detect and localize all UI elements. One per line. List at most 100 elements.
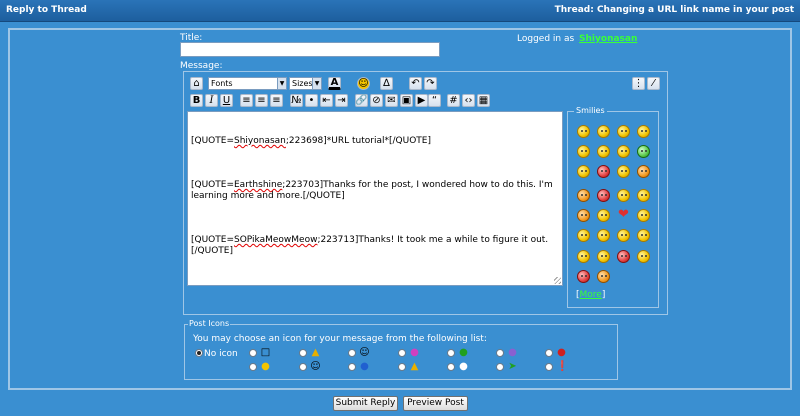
switch-mode-icon[interactable]: ⁄ (647, 77, 660, 90)
post-icons-hint: You may choose an icon for your message … (193, 334, 487, 344)
luigi-icon[interactable] (597, 270, 610, 283)
remove-link-icon[interactable]: ⊘ (370, 94, 383, 107)
indent-icon[interactable]: ⇥ (335, 94, 348, 107)
mad-icon[interactable] (597, 165, 610, 178)
undo-icon[interactable]: ↶ (409, 77, 422, 90)
logged-in-prefix: Logged in as (517, 34, 575, 44)
message-label: Message: (180, 61, 223, 71)
rolleyes-icon[interactable] (637, 229, 650, 242)
post-icon-radio[interactable] (398, 363, 406, 371)
post-icon-radio[interactable] (348, 349, 356, 357)
surprised-icon[interactable] (577, 209, 590, 222)
smile-icon[interactable] (597, 125, 610, 138)
wave-icon[interactable] (637, 209, 650, 222)
smiley-icon: ● (261, 361, 270, 372)
message-textarea[interactable]: [QUOTE=Shiyonasan;223698]*URL tutorial*[… (187, 111, 563, 286)
post-icon-radio[interactable] (496, 363, 504, 371)
post-icon-radio[interactable] (496, 349, 504, 357)
post-icon-radio[interactable] (249, 363, 257, 371)
email-link-icon[interactable]: ✉ (385, 94, 398, 107)
post-icon-radio[interactable] (447, 349, 455, 357)
ordered-list-icon[interactable]: № (290, 94, 303, 107)
devil-icon[interactable] (597, 189, 610, 202)
heart-icon[interactable]: ❤ (617, 208, 630, 222)
shocked-icon[interactable] (597, 229, 610, 242)
post-icon-radio[interactable] (398, 349, 406, 357)
message-line: [QUOTE=Earthshine;223703]Thanks for the … (191, 180, 556, 201)
align-center-icon[interactable]: ≡ (255, 94, 268, 107)
post-icon-radio[interactable] (348, 363, 356, 371)
post-icon-radio[interactable] (447, 363, 455, 371)
bold-icon[interactable]: B (190, 94, 203, 107)
username-link[interactable]: Shiyonasan (579, 34, 637, 44)
unordered-list-icon[interactable]: • (305, 94, 318, 107)
mario-icon[interactable] (577, 270, 590, 283)
post-icon-radio[interactable] (299, 349, 307, 357)
frown-icon[interactable] (577, 145, 590, 158)
size-select[interactable]: Sizes ▼ (289, 77, 322, 90)
remove-format-icon[interactable]: ⌂ (190, 77, 203, 90)
align-right-icon[interactable]: ≡ (270, 94, 283, 107)
post-icons-legend: Post Icons (188, 319, 231, 328)
glasses-icon[interactable] (577, 229, 590, 242)
align-left-icon[interactable]: ≡ (240, 94, 253, 107)
light-bulb-icon: ● (459, 361, 468, 372)
underline-icon[interactable]: U (220, 94, 233, 107)
insert-smilie-icon[interactable]: ☺ (357, 77, 370, 90)
warning-icon: ▲ (410, 361, 419, 372)
text-color-icon[interactable]: A (328, 77, 341, 90)
resize-grip-icon[interactable] (554, 277, 561, 284)
insert-video-icon[interactable]: ▶ (415, 94, 428, 107)
title-input[interactable] (180, 42, 440, 57)
code-icon[interactable]: # (447, 94, 460, 107)
shades-icon[interactable] (617, 189, 630, 202)
post-icon-radio[interactable] (545, 349, 553, 357)
ninja-icon[interactable] (617, 165, 630, 178)
laugh-icon[interactable] (637, 125, 650, 138)
php-icon[interactable]: ▦ (477, 94, 490, 107)
document-icon: □ (260, 347, 271, 358)
wink-icon[interactable] (577, 165, 590, 178)
post-icon-radio[interactable] (545, 363, 553, 371)
thumbs-icon[interactable] (637, 189, 650, 202)
question-icon[interactable] (617, 229, 630, 242)
blush-icon[interactable] (577, 189, 590, 202)
cool-icon[interactable] (597, 145, 610, 158)
exclamation-icon: ❗ (556, 361, 569, 372)
quote-icon[interactable]: “ (428, 94, 441, 107)
sick-icon[interactable] (637, 145, 650, 158)
sad-icon[interactable] (597, 209, 610, 222)
italic-icon[interactable]: I (205, 94, 218, 107)
post-icon-radio[interactable] (299, 363, 307, 371)
post-icon-radio[interactable] (249, 349, 257, 357)
dance-icon[interactable] (637, 250, 650, 263)
tired-icon[interactable] (597, 250, 610, 263)
more-bracket-close: ] (601, 290, 606, 300)
redo-icon[interactable]: ↷ (424, 77, 437, 90)
page-title: Reply to Thread (6, 5, 87, 15)
grin-icon[interactable] (617, 125, 630, 138)
tongue-icon[interactable] (637, 165, 650, 178)
more-smilies: [More] (576, 290, 605, 300)
character-icon[interactable] (617, 250, 630, 263)
smile-icon[interactable] (577, 125, 590, 138)
thread-title: Thread: Changing a URL link name in your… (554, 5, 794, 15)
message-line: [QUOTE=SOPikaMeowMeow;223713]Thanks! It … (191, 235, 549, 256)
font-select[interactable]: Fonts ▼ (208, 77, 287, 90)
smilies-legend: Smilies (574, 106, 607, 115)
insert-link-icon[interactable]: 🔗 (355, 94, 368, 107)
confused-icon[interactable] (617, 145, 630, 158)
insert-image-icon[interactable]: ▣ (400, 94, 413, 107)
preview-post-button[interactable]: Preview Post (403, 396, 468, 411)
arrow-icon: ➤ (508, 361, 517, 372)
html-icon[interactable]: ‹› (462, 94, 475, 107)
resize-handle-icon[interactable]: ⋮ (632, 77, 645, 90)
more-smilies-link[interactable]: More (580, 290, 602, 300)
top-bar: Reply to Thread Thread: Changing a URL l… (0, 0, 800, 22)
no-icon-radio[interactable] (195, 349, 203, 357)
angry-icon: ● (557, 347, 566, 358)
attachment-icon[interactable]: ∆ (380, 77, 393, 90)
outdent-icon[interactable]: ⇤ (320, 94, 333, 107)
submit-reply-button[interactable]: Submit Reply (333, 396, 398, 411)
cry-icon[interactable] (577, 250, 590, 263)
